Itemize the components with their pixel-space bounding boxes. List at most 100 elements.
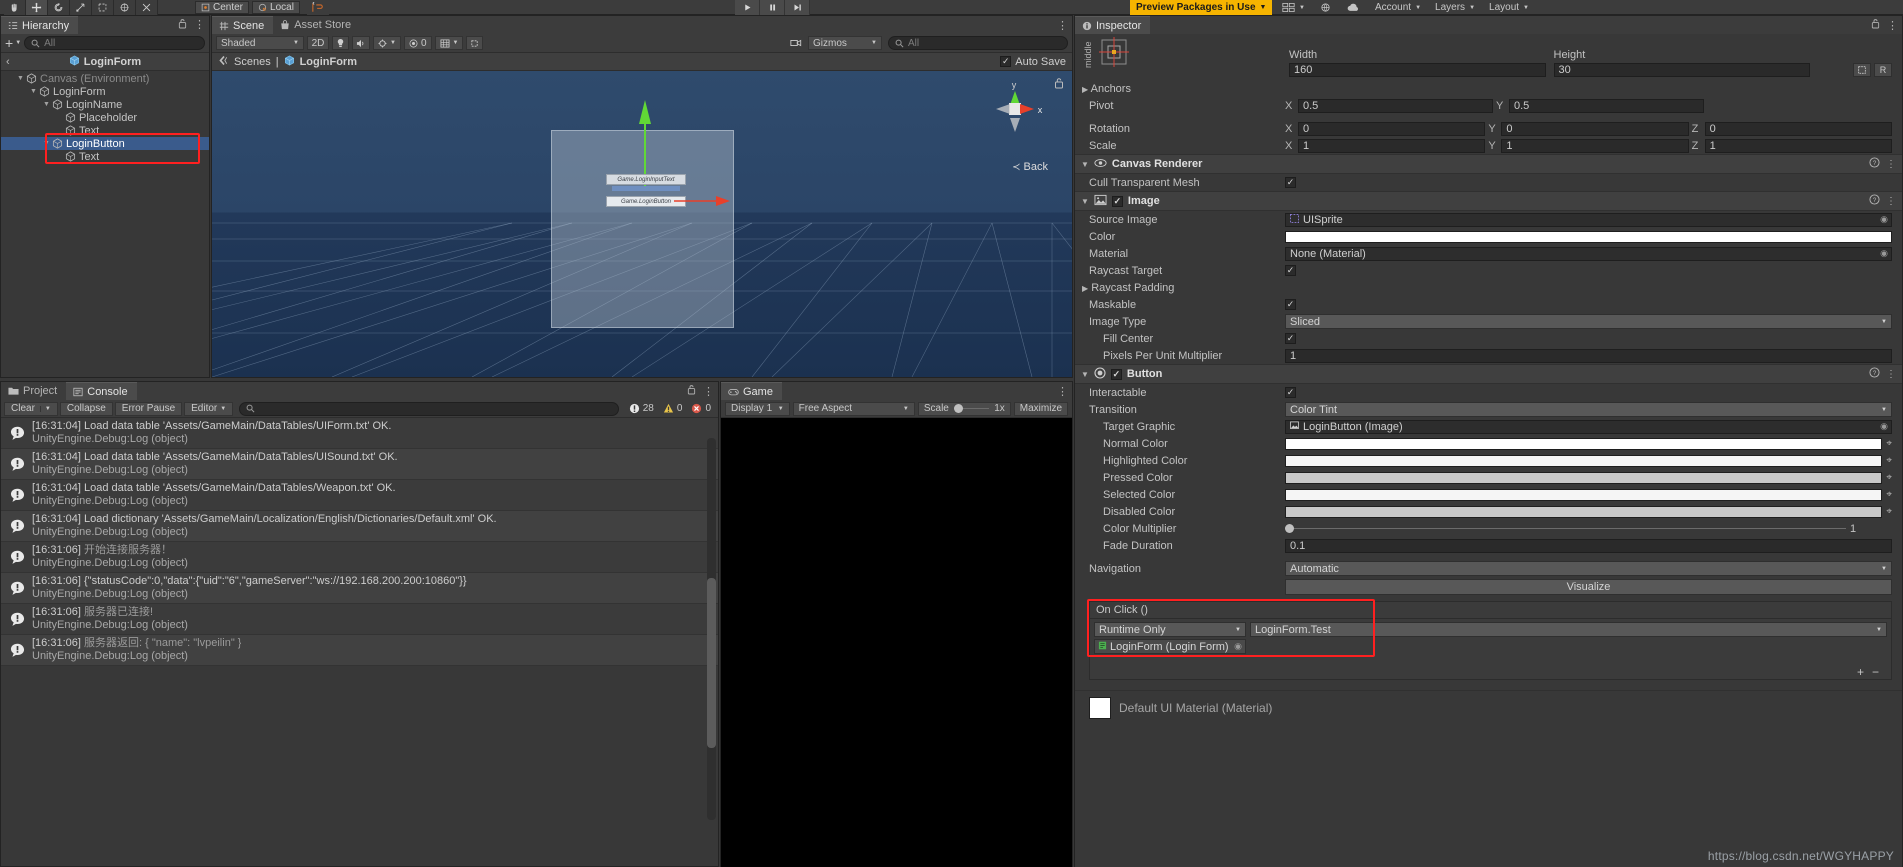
scale-slider-group[interactable]: Scale 1x — [917, 401, 1011, 416]
width-field[interactable]: 160 — [1289, 63, 1546, 77]
console-scrollbar-thumb[interactable] — [707, 578, 716, 748]
console-log-row[interactable]: [16:31:06] 服务器返回: { "name": "lvpeilin" }… — [1, 635, 718, 666]
object-picker-icon[interactable]: ◉ — [1880, 421, 1888, 432]
fill-center-checkbox[interactable]: ✓ — [1285, 333, 1296, 344]
maskable-checkbox[interactable]: ✓ — [1285, 299, 1296, 310]
console-log-row[interactable]: [16:31:06] {"statusCode":0,"data":{"uid"… — [1, 573, 718, 604]
clear-button[interactable]: Clear ▼ — [4, 401, 58, 416]
tab-console[interactable]: Console — [66, 382, 137, 400]
material-swatch[interactable] — [1089, 697, 1111, 719]
scene-fx-dropdown[interactable]: ▼ — [373, 36, 401, 50]
draw-mode-dropdown[interactable]: Shaded ▼ — [216, 36, 304, 50]
object-picker-icon[interactable]: ◉ — [1880, 248, 1888, 259]
game-viewport[interactable] — [721, 418, 1072, 867]
help-icon[interactable]: ? — [1869, 157, 1880, 171]
color-eyedropper-icon[interactable]: ⌖ — [1886, 438, 1892, 449]
pause-button[interactable] — [760, 0, 785, 15]
foldout-icon[interactable]: ▼ — [1081, 197, 1089, 206]
normal-color-swatch[interactable] — [1285, 437, 1883, 450]
scene-breadcrumb-current[interactable]: LoginForm — [300, 56, 357, 68]
tab-game[interactable]: Game — [721, 382, 782, 400]
foldout-icon[interactable]: ▼ — [1081, 160, 1089, 169]
toggle-2d-button[interactable]: 2D — [307, 36, 329, 50]
hierarchy-foldout-icon[interactable]: ▼ — [15, 75, 26, 82]
collapse-button[interactable]: Collapse — [59, 401, 113, 416]
scene-snap-icon[interactable] — [466, 36, 484, 50]
canvas-renderer-component-header[interactable]: ▼ Canvas Renderer ? ⋮ — [1075, 154, 1902, 174]
component-menu-icon[interactable]: ⋮ — [1886, 159, 1896, 170]
rect-tool-icon[interactable] — [92, 0, 114, 15]
tab-scene[interactable]: Scene — [212, 16, 274, 34]
layout-button[interactable]: Layout ▼ — [1482, 0, 1536, 15]
on-click-add-button[interactable]: + — [1857, 665, 1864, 679]
fade-duration-field[interactable]: 0.1 — [1285, 538, 1892, 553]
gizmo-back-label[interactable]: ≺ Back — [1012, 161, 1048, 173]
on-click-mode-dropdown[interactable]: Runtime Only ▼ — [1094, 622, 1246, 637]
interactable-checkbox[interactable]: ✓ — [1285, 387, 1296, 398]
anchor-preset-widget[interactable] — [1097, 36, 1131, 73]
scale-slider[interactable] — [953, 403, 990, 415]
hierarchy-foldout-icon[interactable]: ▼ — [41, 101, 52, 108]
back-arrow-icon[interactable]: ‹ — [6, 56, 10, 68]
step-button[interactable] — [785, 0, 810, 15]
navigation-dropdown[interactable]: Automatic ▼ — [1285, 561, 1892, 576]
warning-count-badge[interactable]: 0 — [659, 402, 687, 416]
hand-tool-icon[interactable] — [4, 0, 26, 15]
blueprint-mode-icon[interactable] — [1853, 63, 1871, 77]
selected-color-swatch[interactable] — [1285, 488, 1883, 501]
on-click-remove-button[interactable]: − — [1872, 665, 1879, 679]
inspector-menu-icon[interactable]: ⋮ — [1887, 19, 1898, 32]
transform-tool-icon[interactable] — [114, 0, 136, 15]
lock-icon[interactable] — [178, 18, 187, 32]
auto-save-checkbox[interactable]: ✓ — [1000, 56, 1012, 67]
scene-menu-icon[interactable]: ⋮ — [1057, 19, 1068, 32]
image-type-dropdown[interactable]: Sliced ▼ — [1285, 314, 1892, 329]
scene-viewport[interactable]: Game.LoginInputText Game.LoginButton y x — [212, 71, 1072, 377]
account-button[interactable]: Account ▼ — [1368, 0, 1428, 15]
log-count-badge[interactable]: 28 — [625, 402, 658, 416]
target-graphic-field[interactable]: LoginButton (Image) ◉ — [1285, 419, 1892, 434]
rotation-x-field[interactable]: 0 — [1298, 121, 1486, 136]
visualize-button[interactable]: Visualize — [1285, 579, 1892, 595]
gizmos-dropdown[interactable]: Gizmos ▼ — [808, 36, 882, 50]
button-enabled-checkbox[interactable]: ✓ — [1110, 368, 1122, 380]
hierarchy-menu-icon[interactable]: ⋮ — [194, 19, 205, 30]
pressed-color-swatch[interactable] — [1285, 471, 1883, 484]
cloud-button[interactable] — [1339, 0, 1368, 15]
image-color-swatch[interactable] — [1285, 230, 1892, 243]
display-dropdown[interactable]: Display 1 ▼ — [725, 401, 790, 416]
color-eyedropper-icon[interactable]: ⌖ — [1886, 455, 1892, 466]
scale-y-field[interactable]: 1 — [1501, 138, 1689, 153]
pivot-rotation-button[interactable]: Local — [252, 1, 300, 14]
maximize-on-play-button[interactable]: Maximize — [1013, 401, 1069, 416]
color-multiplier-slider[interactable] — [1285, 523, 1846, 535]
aspect-dropdown[interactable]: Free Aspect ▼ — [792, 401, 915, 416]
error-pause-button[interactable]: Error Pause — [114, 401, 183, 416]
disabled-color-swatch[interactable] — [1285, 505, 1883, 518]
pixels-per-unit-field[interactable]: 1 — [1285, 348, 1892, 363]
scene-lighting-icon[interactable] — [332, 36, 349, 50]
pivot-y-field[interactable]: 0.5 — [1509, 98, 1704, 113]
component-menu-icon[interactable]: ⋮ — [1886, 196, 1896, 207]
hierarchy-item-loginbutton[interactable]: ▼ LoginButton — [1, 137, 209, 150]
console-log-row[interactable]: [16:31:04] Load data table 'Assets/GameM… — [1, 480, 718, 511]
tab-project[interactable]: Project — [1, 382, 67, 400]
pivot-x-field[interactable]: 0.5 — [1298, 98, 1493, 113]
raw-edit-mode-icon[interactable]: R — [1874, 63, 1892, 77]
error-count-badge[interactable]: 0 — [687, 402, 715, 416]
create-object-button[interactable]: + ▼ — [5, 36, 21, 50]
on-click-object-field[interactable]: LoginForm (Login Form) ◉ — [1094, 639, 1246, 654]
move-gizmo-x-axis[interactable] — [674, 192, 732, 210]
raycast-padding-row[interactable]: ▶ Raycast Padding — [1075, 279, 1902, 296]
play-button[interactable] — [735, 0, 760, 15]
scene-grid-dropdown[interactable]: ▼ — [434, 36, 464, 50]
scene-breadcrumb-scenes[interactable]: Scenes — [234, 56, 271, 68]
rotate-tool-icon[interactable] — [48, 0, 70, 15]
console-log-list[interactable]: [16:31:04] Load data table 'Assets/GameM… — [1, 418, 718, 856]
console-log-row[interactable]: [16:31:04] Load data table 'Assets/GameM… — [1, 418, 718, 449]
scene-camera-icon[interactable] — [787, 36, 805, 50]
tab-hierarchy[interactable]: Hierarchy — [1, 16, 79, 34]
hierarchy-item-placeholder[interactable]: Placeholder — [1, 111, 209, 124]
lock-icon[interactable] — [687, 384, 696, 398]
scene-orientation-gizmo[interactable]: y x — [984, 77, 1046, 139]
